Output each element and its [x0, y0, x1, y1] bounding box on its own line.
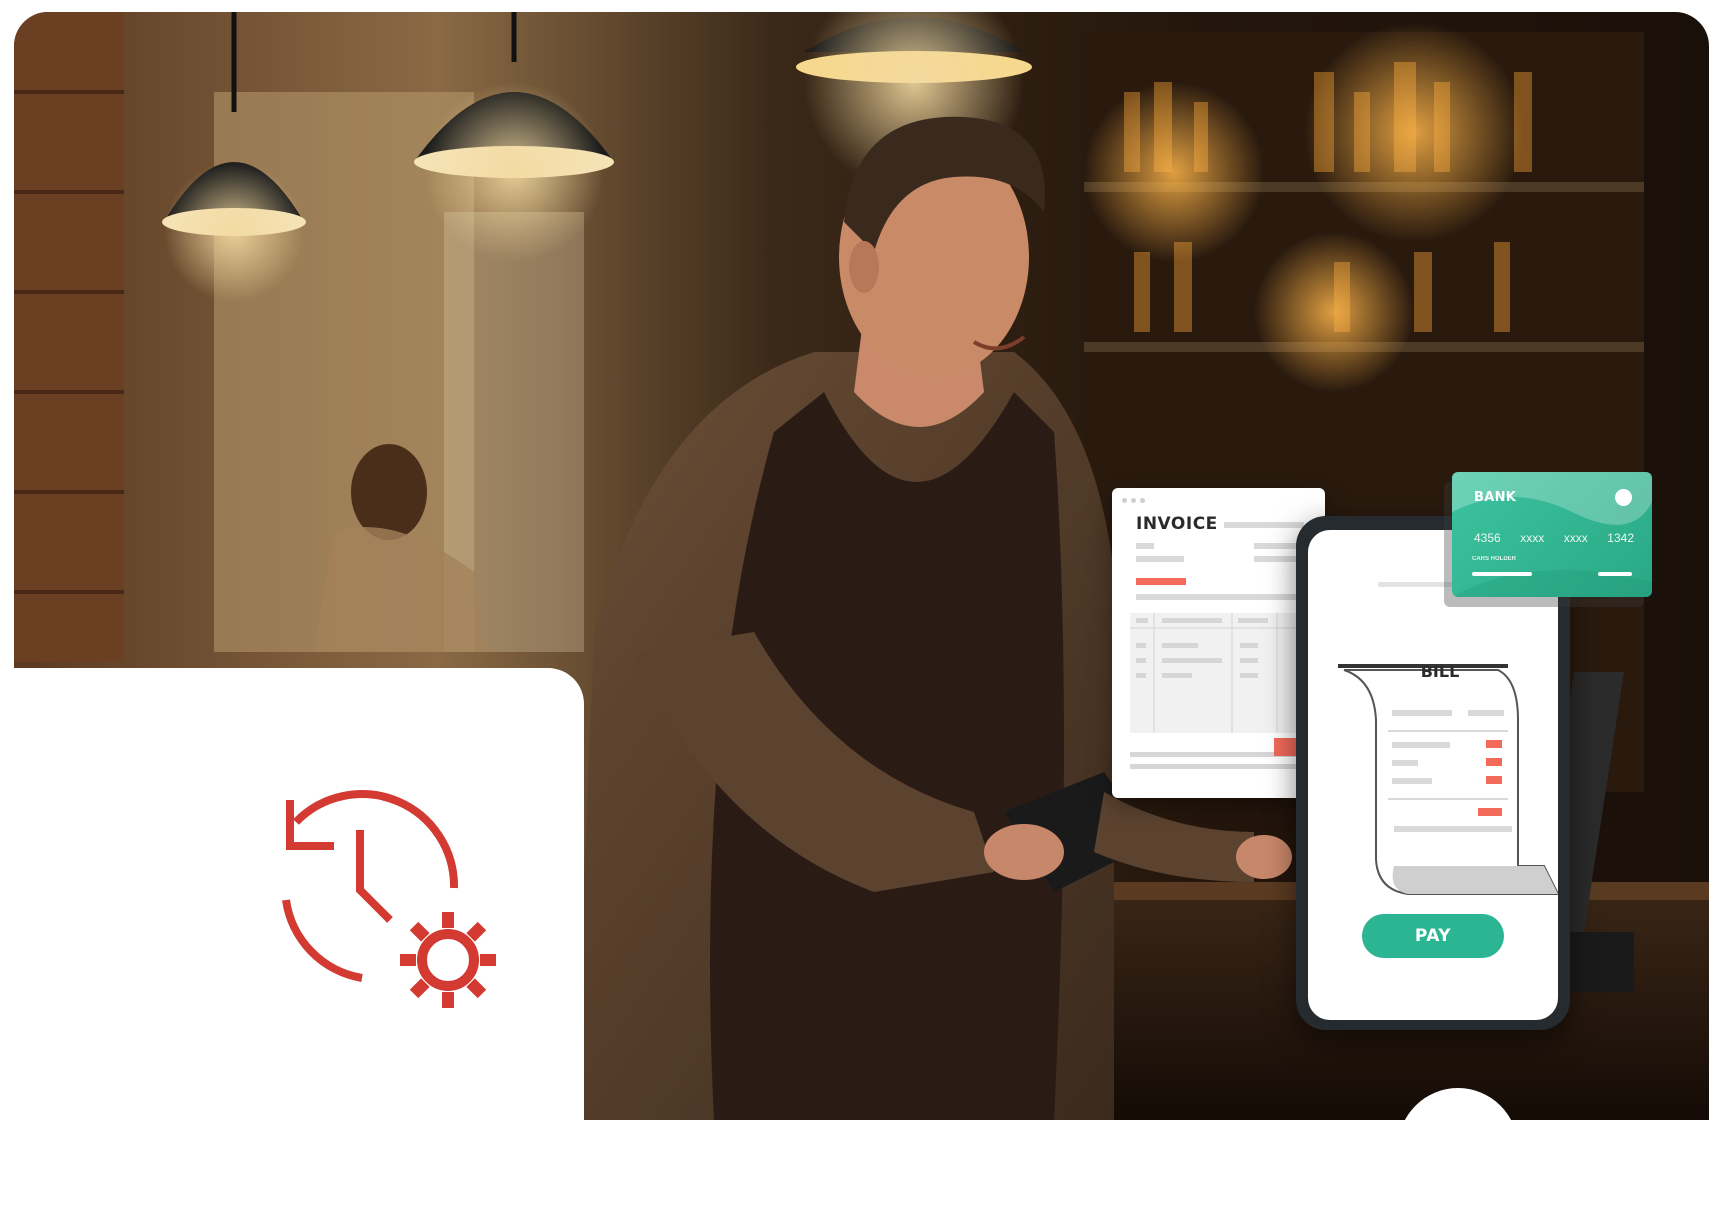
- bill-title: BILL: [1420, 662, 1460, 681]
- bank-name: BANK: [1474, 490, 1517, 505]
- bank-card: BANK 4356 xxxx xxxx 1342 CARS HOLDER: [1452, 472, 1652, 597]
- clock-history-gear-icon: [270, 780, 500, 1025]
- scroll-down-button[interactable]: [1398, 1088, 1518, 1208]
- card-expiry-line: [1598, 572, 1632, 576]
- pay-button[interactable]: PAY: [1362, 914, 1504, 958]
- card-number-group: 4356: [1474, 531, 1501, 545]
- invoice-card: INVOICE: [1112, 488, 1325, 798]
- card-number-group: xxxx: [1563, 531, 1588, 545]
- card-holder-line: [1472, 572, 1532, 576]
- card-chip-icon: [1615, 489, 1632, 506]
- hero-section: INVOICE BILL PAY BANK 4356 xxxx xxxx 134…: [0, 0, 1718, 1208]
- card-number: 4356 xxxx xxxx 1342: [1474, 531, 1634, 545]
- card-holder-label: CARS HOLDER: [1472, 556, 1517, 562]
- card-number-group: 1342: [1607, 531, 1634, 545]
- card-number-group: xxxx: [1520, 531, 1545, 545]
